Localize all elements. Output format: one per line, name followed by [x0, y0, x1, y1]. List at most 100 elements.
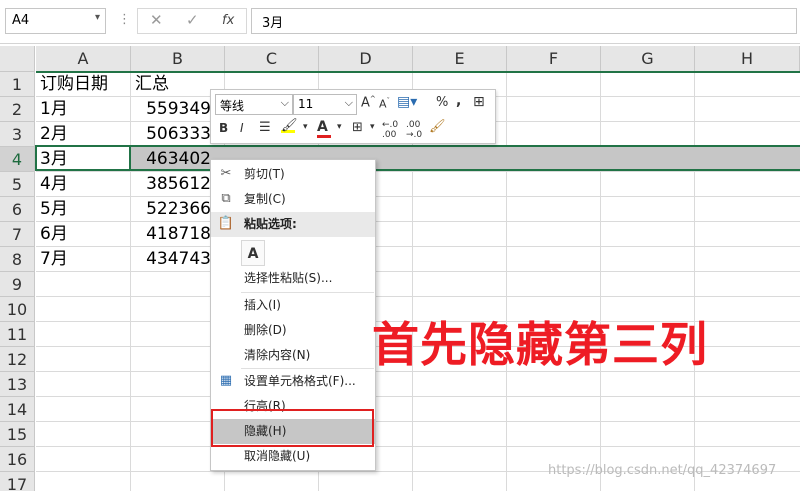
- formula-buttons: ✕ ✓ fx: [137, 8, 247, 34]
- cell-total[interactable]: 559349: [131, 97, 211, 121]
- menu-item-label: 复制(C): [244, 192, 286, 206]
- cell-month[interactable]: 1月: [40, 97, 68, 121]
- row-header[interactable]: 1: [0, 72, 35, 97]
- menu-header-paste-options: 📋 粘贴选项:: [211, 212, 375, 237]
- row-header[interactable]: 2: [0, 97, 35, 122]
- row-header[interactable]: 6: [0, 197, 35, 222]
- format-cells-icon: ▦: [219, 373, 233, 388]
- decrease-font-icon[interactable]: Aˇ: [379, 97, 390, 111]
- row-header[interactable]: 3: [0, 122, 35, 147]
- column-header-f[interactable]: F: [507, 46, 601, 72]
- chevron-down-icon[interactable]: ▾: [370, 122, 375, 132]
- comma-style-icon[interactable]: ,: [456, 93, 461, 109]
- name-box-value: A4: [12, 13, 30, 28]
- column-header-e[interactable]: E: [413, 46, 507, 72]
- mini-toolbar: 等线 ⌵ 11 ⌵ A^ Aˇ ▤▾ % , ⊞ B I ☰ 🖌 ▾ A ▾ ⊞…: [210, 89, 496, 144]
- column-header-c[interactable]: C: [225, 46, 319, 72]
- scissors-icon: ✂: [220, 166, 232, 181]
- cell-total[interactable]: 522366: [131, 197, 211, 221]
- italic-button[interactable]: I: [240, 121, 244, 135]
- align-center-icon[interactable]: ☰: [259, 120, 271, 135]
- menu-item-label: 取消隐藏(U): [244, 449, 311, 463]
- row-header[interactable]: 12: [0, 347, 35, 372]
- menu-item-cut[interactable]: ✂ 剪切(T): [211, 162, 375, 187]
- formula-input[interactable]: 3月: [251, 8, 797, 34]
- copy-icon: ⧉: [221, 191, 231, 206]
- menu-item-label: 插入(I): [244, 298, 281, 312]
- font-color-icon[interactable]: A: [317, 119, 331, 138]
- cell-total[interactable]: 506333: [131, 122, 211, 146]
- row-header-selected[interactable]: 4: [0, 147, 35, 172]
- cell-total[interactable]: 418718: [131, 222, 211, 246]
- cell-month[interactable]: 5月: [40, 197, 68, 221]
- row-header[interactable]: 9: [0, 272, 35, 297]
- cell-b1[interactable]: 汇总: [135, 72, 169, 96]
- font-value: 等线: [220, 99, 245, 113]
- menu-item-label: 设置单元格格式(F)...: [244, 374, 356, 388]
- row-header[interactable]: 7: [0, 222, 35, 247]
- menu-item-insert[interactable]: 插入(I): [211, 293, 375, 318]
- menu-item-paste-special[interactable]: 选择性粘贴(S)...: [211, 266, 375, 291]
- percent-icon[interactable]: %: [436, 95, 448, 110]
- row-header[interactable]: 16: [0, 447, 35, 472]
- menu-item-delete[interactable]: 删除(D): [211, 318, 375, 343]
- merge-cells-icon[interactable]: ⊞: [473, 94, 485, 110]
- cancel-icon[interactable]: ✕: [150, 11, 163, 29]
- chevron-down-icon[interactable]: ⌵: [281, 96, 289, 110]
- chevron-down-icon[interactable]: ⌵: [345, 96, 353, 110]
- cell-month[interactable]: 6月: [40, 222, 68, 246]
- menu-item-label: 剪切(T): [244, 167, 285, 181]
- row-header[interactable]: 11: [0, 322, 35, 347]
- fill-color-icon[interactable]: 🖌: [281, 118, 298, 133]
- select-all-corner[interactable]: [0, 46, 35, 72]
- menu-item-copy[interactable]: ⧉ 复制(C): [211, 187, 375, 212]
- cell-month[interactable]: 7月: [40, 247, 68, 271]
- row-header[interactable]: 17: [0, 472, 35, 491]
- chevron-down-icon[interactable]: ▾: [337, 122, 342, 132]
- row-header[interactable]: 15: [0, 422, 35, 447]
- row-header[interactable]: 10: [0, 297, 35, 322]
- menu-item-label: 删除(D): [244, 323, 287, 337]
- cell-total[interactable]: 385612: [131, 172, 211, 196]
- row-header[interactable]: 14: [0, 397, 35, 422]
- menu-item-clear-contents[interactable]: 清除内容(N): [211, 343, 375, 368]
- cell-a1[interactable]: 订购日期: [40, 72, 108, 96]
- font-size-value: 11: [298, 97, 314, 111]
- chevron-down-icon[interactable]: ▾: [303, 122, 308, 132]
- column-header-d[interactable]: D: [319, 46, 413, 72]
- menu-header-label: 粘贴选项:: [244, 217, 297, 231]
- bold-button[interactable]: B: [219, 121, 228, 135]
- font-color-letter: A: [317, 119, 328, 135]
- menu-item-unhide[interactable]: 取消隐藏(U): [211, 444, 375, 469]
- paste-icon[interactable]: A: [241, 240, 265, 266]
- increase-decimal-icon[interactable]: ←.0.00: [382, 120, 398, 140]
- grid-line: [506, 72, 507, 491]
- decrease-decimal-icon[interactable]: .00 →.0: [406, 120, 422, 140]
- name-box[interactable]: A4 ▾: [5, 8, 106, 34]
- borders-icon[interactable]: ⊞: [352, 120, 363, 135]
- accounting-format-icon[interactable]: ▤▾: [397, 94, 417, 110]
- insert-function-icon[interactable]: fx: [222, 13, 234, 28]
- chevron-down-icon[interactable]: ▾: [95, 12, 100, 23]
- row-header[interactable]: 13: [0, 372, 35, 397]
- column-header-h[interactable]: H: [695, 46, 800, 72]
- more-options-icon[interactable]: ⋮: [118, 12, 131, 27]
- menu-item-format-cells[interactable]: ▦ 设置单元格格式(F)...: [211, 369, 375, 394]
- cell-total[interactable]: 434743: [131, 247, 211, 271]
- cell-month[interactable]: 2月: [40, 122, 68, 146]
- column-header-b[interactable]: B: [131, 46, 225, 72]
- row-header[interactable]: 5: [0, 172, 35, 197]
- column-header-a[interactable]: A: [36, 46, 131, 72]
- enter-icon[interactable]: ✓: [186, 11, 199, 29]
- increase-font-icon[interactable]: A^: [361, 95, 376, 110]
- cell-month[interactable]: 3月: [40, 147, 68, 171]
- format-painter-icon[interactable]: 🖌: [429, 119, 446, 134]
- row-header[interactable]: 8: [0, 247, 35, 272]
- grid-line: [600, 72, 601, 491]
- clipboard-icon: 📋: [217, 216, 235, 231]
- cell-month[interactable]: 4月: [40, 172, 68, 196]
- cell-total[interactable]: 463402: [131, 147, 211, 171]
- font-select[interactable]: 等线 ⌵: [215, 94, 293, 115]
- column-header-g[interactable]: G: [601, 46, 695, 72]
- font-size-select[interactable]: 11 ⌵: [293, 94, 357, 115]
